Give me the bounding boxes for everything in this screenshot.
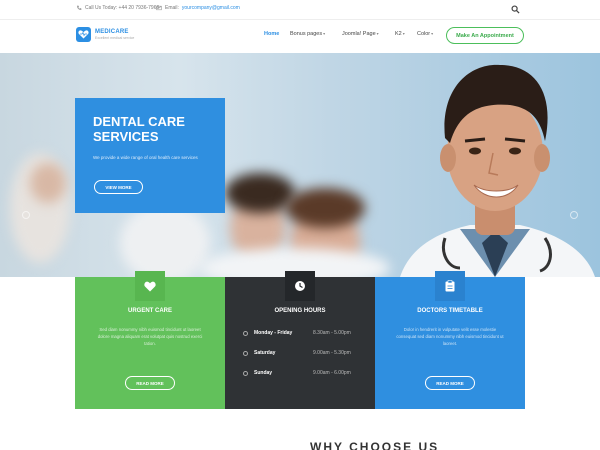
- call-info: Call Us Today: +44 20 7936-7960: [76, 5, 159, 11]
- urgent-care-read-more-button[interactable]: READ MORE: [125, 376, 175, 390]
- phone-icon: [77, 5, 82, 10]
- view-more-button[interactable]: VIEW MORE: [94, 180, 143, 194]
- nav-color-label: Color: [417, 31, 431, 37]
- opening-hours-title: OPENING HOURS: [274, 308, 326, 314]
- urgent-care-text: Sed diam nonummy nibh euismod tincidunt …: [97, 327, 203, 346]
- chevron-down-icon: ▾: [376, 31, 379, 36]
- bullet-icon: [243, 351, 248, 356]
- mail-icon: [156, 5, 162, 11]
- nav-k2[interactable]: K2▾: [395, 31, 405, 37]
- bullet-icon: [243, 331, 248, 336]
- hero-title: DENTAL CARE SERVICES: [93, 114, 207, 144]
- nav-joomla-page-label: Joomla! Page: [342, 31, 376, 37]
- hours-row: Monday - Friday 8.30am - 5.00pm: [243, 330, 365, 339]
- background-hair: [285, 188, 365, 228]
- appointment-button[interactable]: Make An Appointment: [446, 27, 524, 44]
- hours-day: Sunday: [254, 370, 273, 376]
- nav-bonus-pages[interactable]: Bonus pages▾: [290, 31, 325, 37]
- email-info: Email: yourcompany@gmail.com: [156, 5, 240, 11]
- chevron-down-icon: ▾: [431, 31, 434, 36]
- section-heading: WHY CHOOSE US: [310, 440, 440, 450]
- search-icon[interactable]: [511, 5, 520, 14]
- email-label: Email:: [165, 5, 179, 11]
- hours-time: 9.00am - 6.00pm: [313, 370, 351, 376]
- slider-prev-arrow[interactable]: [22, 211, 30, 219]
- nav-bonus-pages-label: Bonus pages: [290, 31, 323, 37]
- hours-time: 9.00am - 5.30pm: [313, 350, 351, 356]
- hero-title-line1: DENTAL CARE: [93, 114, 185, 129]
- call-label: Call Us Today: +44 20 7936-7960: [85, 5, 160, 11]
- urgent-care-title: URGENT CARE: [127, 308, 172, 314]
- hours-time: 8.30am - 5.00pm: [313, 330, 351, 336]
- hours-day: Monday - Friday: [254, 330, 293, 336]
- bullet-icon: [243, 371, 248, 376]
- heart-icon: [135, 271, 165, 301]
- hours-row: Saturday 9.00am - 5.30pm: [243, 350, 365, 359]
- nav-joomla-page[interactable]: Joomla! Page▾: [342, 31, 379, 37]
- doctors-timetable-text: Dolor in hendrerit in vulputate velit es…: [396, 327, 504, 346]
- doctors-timetable-panel: DOCTORS TIMETABLE Dolor in hendrerit in …: [375, 271, 525, 409]
- nav-k2-label: K2: [395, 31, 402, 37]
- hero-title-line2: SERVICES: [93, 129, 159, 144]
- hours-day: Saturday: [254, 350, 276, 356]
- urgent-care-panel: URGENT CARE Sed diam nonummy nibh euismo…: [75, 271, 225, 409]
- opening-hours-panel: OPENING HOURS Monday - Friday 8.30am - 5…: [225, 271, 375, 409]
- top-bar: Call Us Today: +44 20 7936-7960 Email: y…: [0, 0, 600, 20]
- hero-subtitle: We provide a wide range of oral health c…: [93, 155, 198, 160]
- nav-home[interactable]: Home: [264, 31, 279, 37]
- background-figure: [120, 203, 210, 277]
- doctors-timetable-read-more-button[interactable]: READ MORE: [425, 376, 475, 390]
- email-link[interactable]: yourcompany@gmail.com: [182, 5, 240, 11]
- logo[interactable]: MEDICARE Excellent medical service: [76, 27, 134, 42]
- chevron-down-icon: ▾: [323, 31, 326, 36]
- clipboard-icon: [435, 271, 465, 301]
- doctor-portrait: [400, 64, 595, 277]
- background-face: [30, 163, 66, 203]
- chevron-down-icon: ▾: [402, 31, 405, 36]
- logo-tagline: Excellent medical service: [95, 36, 135, 40]
- logo-name: MEDICARE: [95, 29, 129, 35]
- clock-icon: [285, 271, 315, 301]
- nav-color[interactable]: Color▾: [417, 31, 433, 37]
- doctors-timetable-title: DOCTORS TIMETABLE: [417, 308, 483, 314]
- hero-caption-box: DENTAL CARE SERVICES We provide a wide r…: [75, 98, 225, 213]
- heart-logo-icon: [76, 27, 91, 42]
- hours-row: Sunday 9.00am - 6.00pm: [243, 370, 365, 379]
